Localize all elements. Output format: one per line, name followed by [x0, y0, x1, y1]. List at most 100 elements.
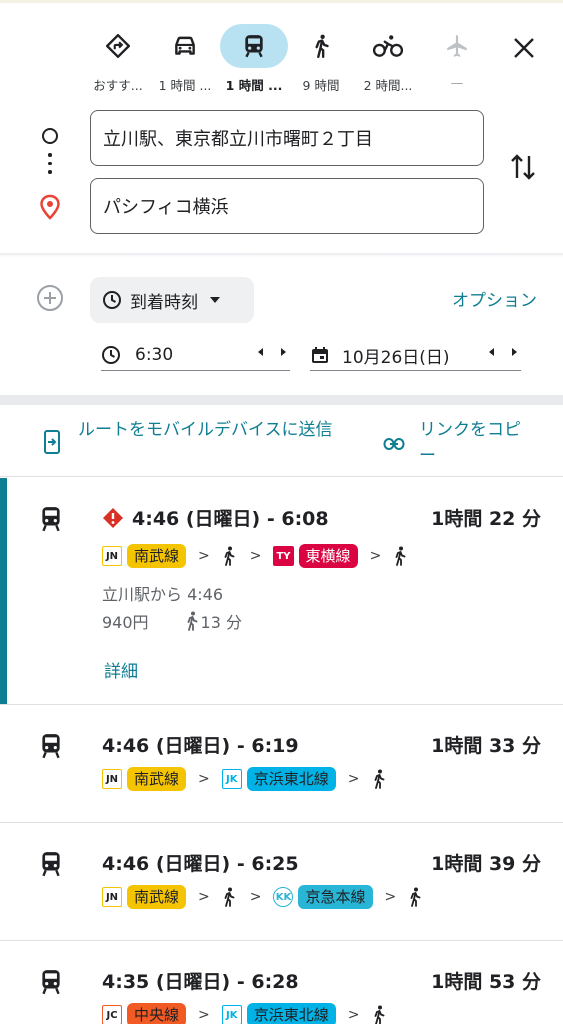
destination-input[interactable]: パシフィコ横浜 — [90, 178, 484, 234]
line-code: JN — [102, 546, 122, 566]
transit-icon — [42, 852, 60, 877]
line-name: 京浜東北線 — [246, 767, 336, 791]
origin-circle-icon — [42, 128, 58, 144]
chevron-right-icon: > — [198, 1007, 210, 1023]
travel-mode-tabs: おすす... 1 時間 ... 1 時間 ... 9 時間 2 時間... — — [84, 24, 484, 94]
line-name: 南武線 — [127, 544, 187, 568]
divider — [0, 395, 563, 405]
swap-button[interactable] — [508, 150, 538, 188]
line-chip-keihin-tohoku: JK 京浜東北線 — [221, 1003, 336, 1024]
route-time: 4:46 (日曜日) - 6:25 — [102, 853, 299, 875]
route-duration: 1時間 22 分 — [431, 508, 541, 530]
time-prev-icon[interactable] — [258, 348, 263, 356]
destination-pin-icon — [40, 194, 60, 220]
route-option-4[interactable]: 4:35 (日曜日) - 6:28 1時間 53 分 JC 中央線 > JK 京… — [0, 941, 563, 1024]
chevron-right-icon: > — [249, 548, 262, 564]
car-icon — [151, 24, 219, 68]
warning-diamond-icon — [103, 507, 123, 528]
route-steps: JN 南武線 > > KK 京急本線 > — [102, 885, 434, 909]
send-to-device-link[interactable]: ルートをモバイルデバイスに送信 — [42, 417, 348, 456]
arrive-by-dropdown[interactable]: 到着時刻 — [90, 277, 254, 323]
details-link[interactable]: 詳細 — [104, 657, 138, 682]
copy-link-label: リンクをコピー — [419, 420, 521, 466]
chevron-right-icon: > — [198, 889, 210, 905]
route-duration: 1時間 33 分 — [431, 735, 541, 757]
copy-link[interactable]: リンクをコピー — [383, 417, 529, 469]
transit-icon — [42, 970, 60, 995]
line-chip-toyoko: TY 東横線 — [273, 544, 358, 568]
close-icon — [514, 38, 534, 58]
mode-flight[interactable]: — — [423, 24, 491, 94]
line-name: 京急本線 — [298, 885, 373, 909]
transit-icon — [42, 734, 60, 759]
line-chip-keihin-tohoku: JK 京浜東北線 — [221, 767, 336, 791]
mode-walking[interactable]: 9 時間 — [287, 24, 355, 94]
date-value: 10月26日(日) — [342, 347, 450, 368]
clock-icon — [103, 291, 121, 309]
bicycle-icon — [354, 24, 422, 68]
add-stop-icon[interactable] — [36, 284, 64, 312]
send-to-device-label: ルートをモバイルデバイスに送信 — [78, 420, 333, 440]
chevron-right-icon: > — [384, 889, 397, 905]
swap-arrows-icon — [511, 154, 535, 180]
route-time: 4:46 (日曜日) - 6:08 — [102, 504, 329, 531]
close-button[interactable] — [504, 28, 544, 68]
route-duration: 1時間 53 分 — [431, 971, 541, 993]
route-time: 4:35 (日曜日) - 6:28 — [102, 971, 299, 993]
route-time: 4:46 (日曜日) - 6:19 — [102, 735, 299, 757]
line-name: 南武線 — [127, 885, 187, 909]
line-name: 京浜東北線 — [246, 1003, 336, 1024]
chevron-right-icon: > — [198, 771, 210, 787]
dropdown-triangle-icon — [210, 297, 220, 303]
mode-transit[interactable]: 1 時間 ... — [220, 24, 288, 94]
fare-info: 940円 13 分 — [102, 609, 242, 633]
recommended-diamond-icon — [84, 24, 152, 68]
share-row: ルートをモバイルデバイスに送信 リンクをコピー — [0, 405, 563, 477]
route-steps: JN 南武線 > > TY 東横線 > — [102, 544, 419, 568]
line-chip-chuo: JC 中央線 — [102, 1003, 187, 1024]
walking-icon — [372, 1005, 386, 1024]
line-code: JN — [102, 769, 122, 789]
route-option-3[interactable]: 4:46 (日曜日) - 6:25 1時間 39 分 JN 南武線 > > KK… — [0, 823, 563, 941]
line-name: 南武線 — [127, 767, 187, 791]
date-next-icon[interactable] — [512, 348, 517, 356]
route-option-1[interactable]: 4:46 (日曜日) - 6:08 1時間 22 分 JN 南武線 > > TY… — [0, 478, 563, 705]
mode-car[interactable]: 1 時間 ... — [151, 24, 219, 94]
time-field[interactable]: 6:30 — [101, 340, 290, 371]
route-steps: JN 南武線 > JK 京浜東北線 > — [102, 767, 398, 791]
time-next-icon[interactable] — [281, 348, 286, 356]
chevron-right-icon: > — [198, 548, 210, 564]
date-prev-icon[interactable] — [489, 348, 494, 356]
line-code: JC — [102, 1005, 122, 1024]
walking-icon — [287, 24, 355, 68]
date-field[interactable]: 10月26日(日) — [310, 340, 521, 371]
departure-info: 立川駅から 4:46 — [102, 585, 224, 604]
options-link[interactable]: オプション — [452, 286, 537, 311]
origin-input[interactable]: 立川駅、東京都立川市曙町２丁目 — [90, 110, 484, 166]
line-code: JK — [221, 1005, 242, 1024]
airplane-icon — [423, 24, 491, 68]
line-code: JK — [221, 769, 242, 789]
line-code: JN — [102, 887, 122, 907]
chevron-right-icon: > — [369, 548, 382, 564]
line-code: KK — [273, 887, 294, 907]
arrive-by-label: 到着時刻 — [130, 292, 198, 313]
line-name: 東横線 — [298, 544, 358, 568]
chevron-right-icon: > — [347, 771, 360, 787]
divider — [0, 253, 563, 257]
walking-icon — [222, 546, 236, 566]
time-value: 6:30 — [135, 345, 174, 365]
mode-bicycle[interactable]: 2 時間... — [354, 24, 422, 94]
route-option-2[interactable]: 4:46 (日曜日) - 6:19 1時間 33 分 JN 南武線 > JK 京… — [0, 705, 563, 823]
clock-icon — [102, 346, 120, 364]
route-dots-icon — [48, 153, 52, 179]
line-chip-nambu: JN 南武線 — [102, 767, 187, 791]
chevron-right-icon: > — [249, 889, 262, 905]
line-chip-keikyu: KK 京急本線 — [273, 885, 373, 909]
send-to-phone-icon — [44, 430, 60, 454]
line-code: TY — [273, 546, 294, 566]
calendar-icon — [312, 347, 328, 363]
line-name: 中央線 — [127, 1003, 187, 1024]
route-steps: JC 中央線 > JK 京浜東北線 > — [102, 1003, 398, 1024]
mode-recommended[interactable]: おすす... — [84, 24, 152, 94]
